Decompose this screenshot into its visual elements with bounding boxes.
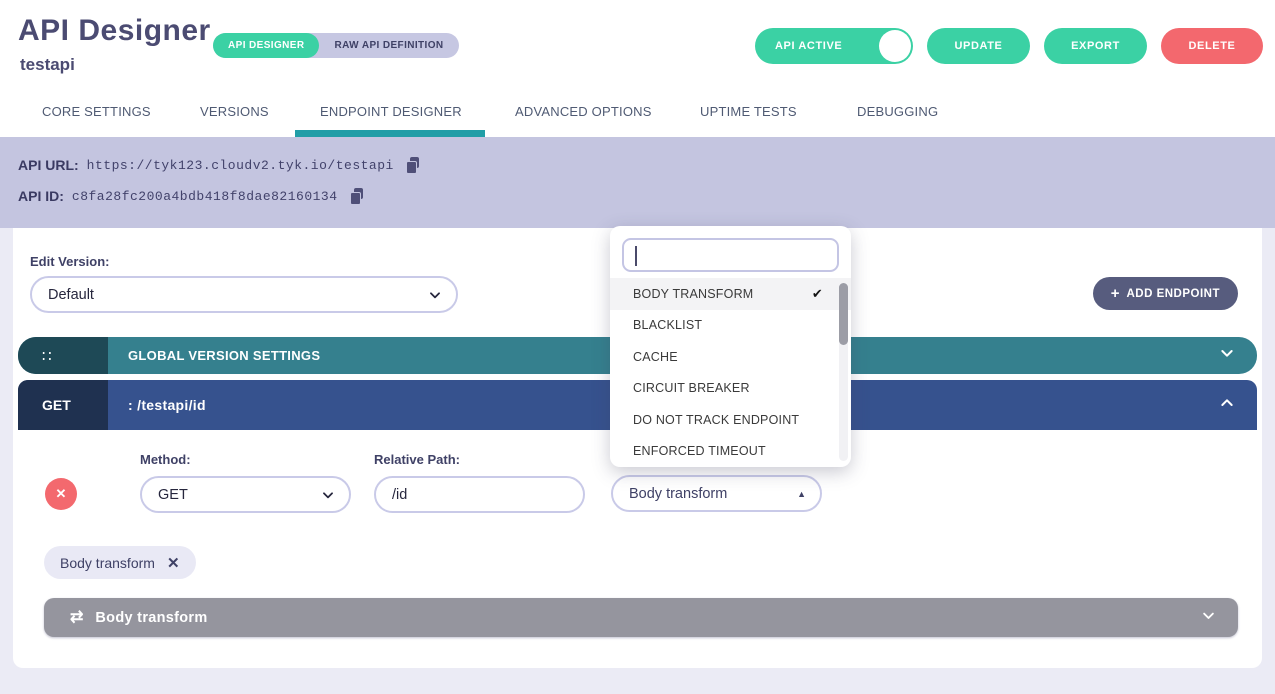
chevron-down-icon — [428, 288, 442, 302]
plugin-search-input[interactable] — [624, 240, 837, 270]
view-mode-toggle: API DESIGNER RAW API DEFINITION — [213, 33, 459, 58]
plugin-search-wrap — [622, 238, 839, 272]
copy-icon[interactable] — [406, 157, 420, 173]
tab-advanced-options[interactable]: ADVANCED OPTIONS — [515, 104, 652, 119]
chevron-down-icon[interactable] — [1219, 345, 1235, 366]
plugin-option-enforced-timeout[interactable]: ENFORCED TIMEOUT — [610, 436, 851, 468]
plugins-select-value: Body transform — [629, 486, 797, 502]
chip-close-icon[interactable]: ✕ — [167, 554, 180, 572]
api-active-label: API ACTIVE — [775, 40, 842, 52]
plugin-option-cache[interactable]: CACHE — [610, 341, 851, 373]
plugins-field-group: Body transform ▲ — [611, 475, 822, 512]
tab-versions[interactable]: VERSIONS — [200, 104, 269, 119]
version-select[interactable]: Default — [30, 276, 458, 313]
dropdown-scrollbar-thumb[interactable] — [839, 283, 848, 345]
add-endpoint-button[interactable]: + ADD ENDPOINT — [1093, 277, 1238, 310]
plus-icon: + — [1111, 286, 1120, 301]
active-tab-underline — [295, 130, 485, 137]
api-active-toggle[interactable]: API ACTIVE — [755, 28, 913, 64]
endpoint-path-title: : /testapi/id — [128, 397, 206, 413]
method-field-group: Method: GET — [140, 452, 351, 513]
method-badge: GET — [18, 380, 108, 430]
api-info-band: API URL: https://tyk123.cloudv2.tyk.io/t… — [0, 137, 1275, 228]
api-name-subtitle: testapi — [20, 55, 75, 75]
arrow-up-icon: ▲ — [797, 489, 806, 499]
drag-handle-segment[interactable]: ∷ — [18, 337, 108, 374]
toggle-knob[interactable] — [879, 30, 911, 62]
relative-path-field-group: Relative Path: — [374, 452, 585, 513]
relative-path-input[interactable] — [392, 487, 567, 503]
relative-path-label: Relative Path: — [374, 452, 585, 467]
api-id-label: API ID: — [18, 188, 64, 204]
method-select-value: GET — [158, 487, 321, 503]
plugin-option-blacklist[interactable]: BLACKLIST — [610, 310, 851, 342]
body-transform-section-bar[interactable]: ⇄ Body transform — [44, 598, 1238, 637]
delete-button[interactable]: DELETE — [1161, 28, 1263, 64]
dropdown-scrollbar-track[interactable] — [839, 283, 848, 461]
api-url-value: https://tyk123.cloudv2.tyk.io/testapi — [87, 158, 394, 173]
tab-endpoint-designer[interactable]: ENDPOINT DESIGNER — [320, 104, 462, 119]
api-url-label: API URL: — [18, 157, 79, 173]
tab-uptime-tests[interactable]: UPTIME TESTS — [700, 104, 797, 119]
toggle-api-designer[interactable]: API DESIGNER — [213, 33, 319, 58]
app-title: API Designer — [18, 14, 211, 48]
plugins-multiselect[interactable]: Body transform ▲ — [611, 475, 822, 512]
chip-label: Body transform — [60, 555, 155, 571]
chevron-down-icon — [321, 488, 335, 502]
method-label: Method: — [140, 452, 351, 467]
plugin-option-circuit-breaker[interactable]: CIRCUIT BREAKER — [610, 373, 851, 405]
copy-icon[interactable] — [350, 188, 364, 204]
method-select[interactable]: GET — [140, 476, 351, 513]
add-endpoint-label: ADD ENDPOINT — [1126, 288, 1220, 300]
plugin-bar-title: Body transform — [95, 610, 207, 626]
api-id-value: c8fa28fc200a4bdb418f8dae82160134 — [72, 189, 338, 204]
text-caret — [635, 246, 637, 266]
tab-debugging[interactable]: DEBUGGING — [857, 104, 938, 119]
check-icon: ✔ — [812, 286, 823, 302]
version-select-value: Default — [48, 287, 428, 303]
main-nav: CORE SETTINGS VERSIONS ENDPOINT DESIGNER… — [0, 92, 1275, 137]
plugin-option-body-transform[interactable]: BODY TRANSFORM✔ — [610, 278, 851, 310]
tab-core-settings[interactable]: CORE SETTINGS — [42, 104, 151, 119]
plugin-option-do-not-track[interactable]: DO NOT TRACK ENDPOINT — [610, 404, 851, 436]
chevron-down-icon[interactable] — [1201, 608, 1216, 628]
close-icon: ✕ — [56, 486, 67, 502]
selected-plugin-chip: Body transform ✕ — [44, 546, 196, 579]
relative-path-input-wrap — [374, 476, 585, 513]
header-actions: API ACTIVE UPDATE EXPORT DELETE — [755, 28, 1263, 64]
toggle-raw-api-definition[interactable]: RAW API DEFINITION — [319, 33, 458, 58]
transfer-arrows-icon: ⇄ — [70, 610, 83, 626]
plugin-options-list: BODY TRANSFORM✔ BLACKLIST CACHE CIRCUIT … — [610, 278, 851, 467]
global-bar-title: GLOBAL VERSION SETTINGS — [128, 348, 320, 363]
update-button[interactable]: UPDATE — [927, 28, 1030, 64]
chevron-up-icon[interactable] — [1219, 395, 1235, 416]
export-button[interactable]: EXPORT — [1044, 28, 1147, 64]
plugins-dropdown-panel: BODY TRANSFORM✔ BLACKLIST CACHE CIRCUIT … — [610, 226, 851, 467]
remove-endpoint-button[interactable]: ✕ — [45, 478, 77, 510]
edit-version-label: Edit Version: — [30, 254, 109, 269]
drag-handle-icon: ∷ — [42, 347, 54, 365]
